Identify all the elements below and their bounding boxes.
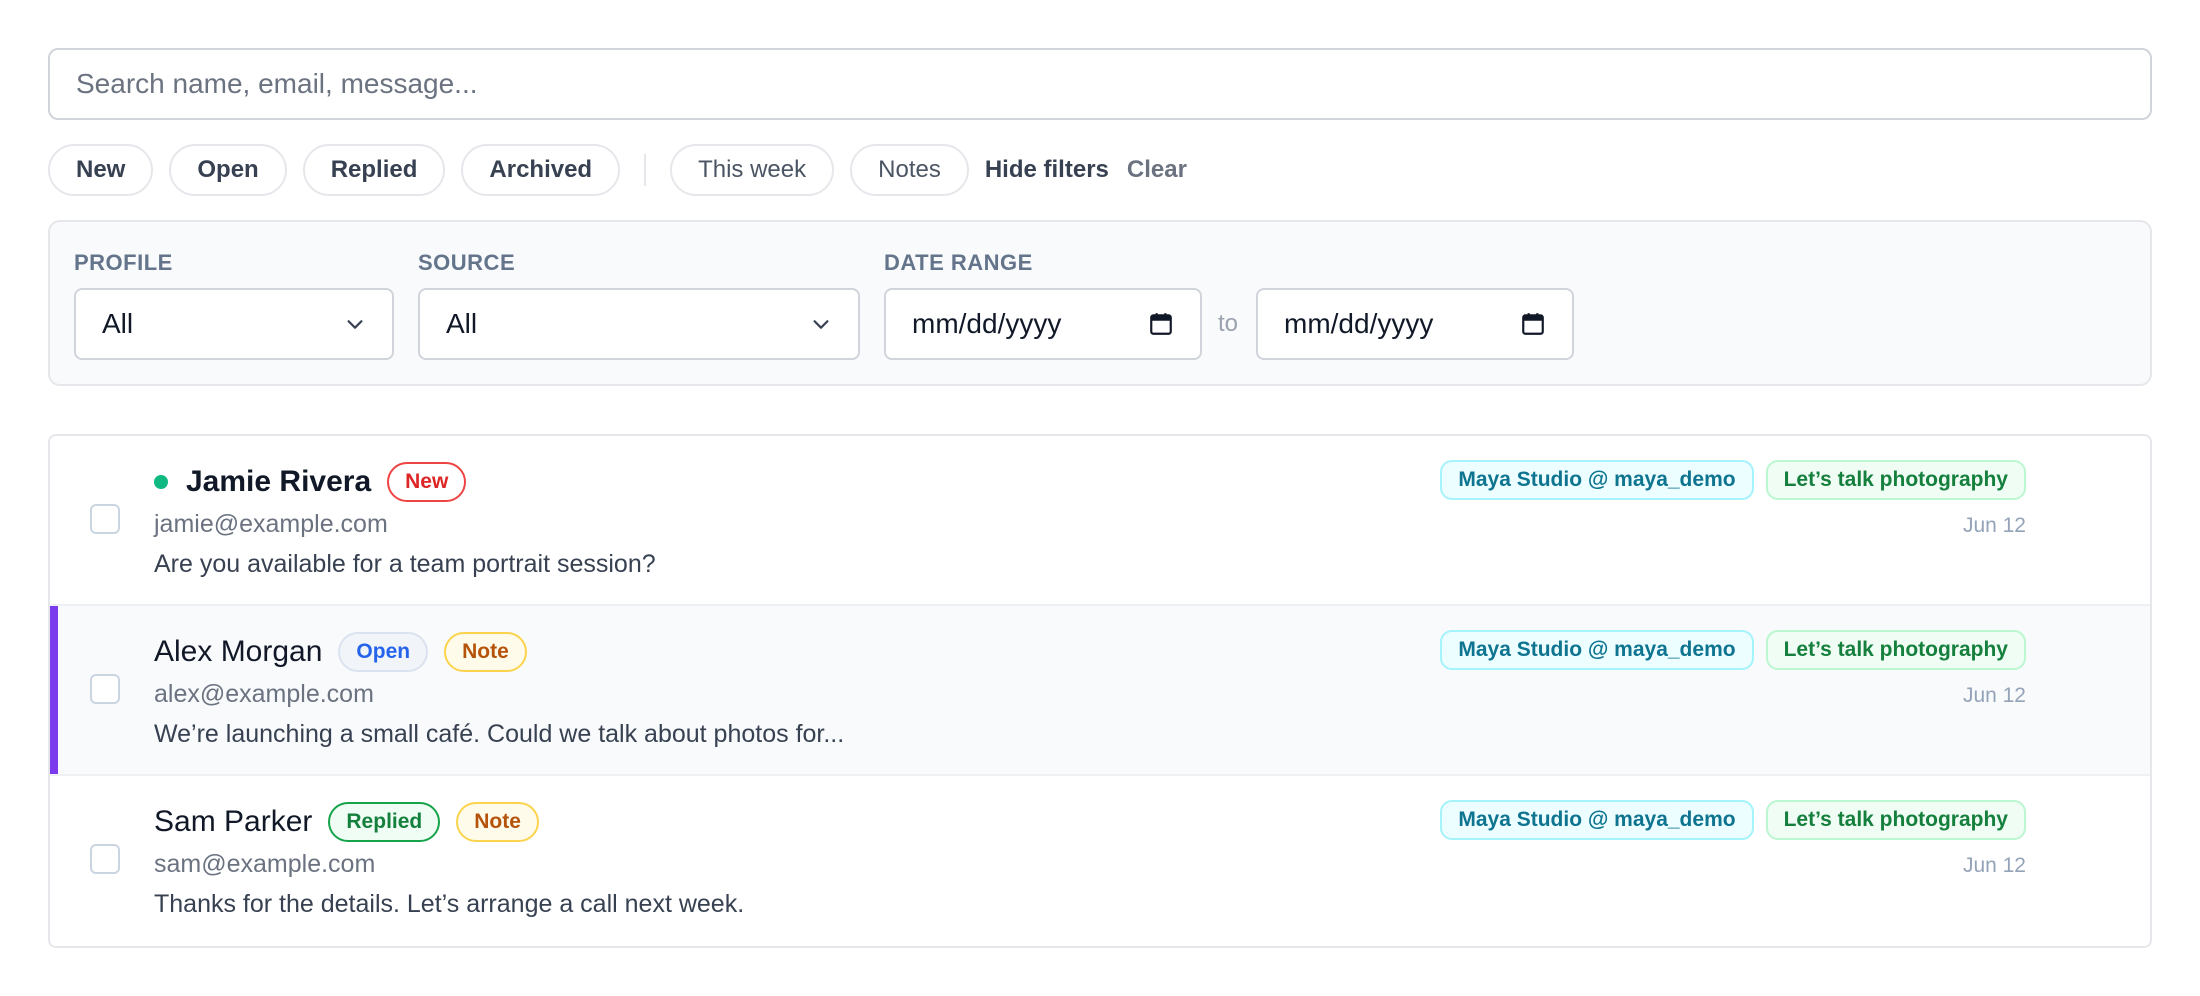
chevron-down-icon [347,320,363,329]
search-input[interactable] [74,67,2126,101]
contact-name: Sam Parker [154,805,313,838]
message-row[interactable]: Alex Morgan Open Note alex@example.com W… [50,606,2150,776]
chip-notes[interactable]: Notes [850,144,969,196]
unread-dot-icon [154,475,168,489]
calendar-icon[interactable] [1148,311,1174,337]
message-list: Jamie Rivera New jamie@example.com Are y… [48,434,2152,948]
profile-tag: Maya Studio @ maya_demo [1440,800,1754,840]
row-tags: Maya Studio @ maya_demo Let’s talk photo… [1428,800,2026,840]
note-badge: Note [444,632,527,672]
filter-chips: New Open Replied Archived This week Note… [48,144,2152,196]
status-badge: Replied [328,802,441,842]
status-badge: New [387,462,467,502]
filter-panel: PROFILE All SOURCE All DATE RANGE mm/dd/… [48,220,2152,386]
source-tag: Let’s talk photography [1765,630,2026,670]
date-to-input[interactable]: mm/dd/yyyy [1256,288,1574,360]
message-date: Jun 12 [1962,684,2026,707]
date-range-to-label: to [1218,310,1239,337]
search-box[interactable] [48,48,2152,120]
clear-filters-link[interactable]: Clear [1127,156,1187,184]
message-preview: Thanks for the details. Let’s arrange a … [154,890,745,918]
message-date: Jun 12 [1962,514,2026,537]
date-to-value: mm/dd/yyyy [1284,308,1434,339]
contact-name: Jamie Rivera [186,465,372,498]
status-badge: Open [338,632,429,672]
row-tags: Maya Studio @ maya_demo Let’s talk photo… [1428,630,2026,670]
profile-select-value: All [102,308,134,339]
message-preview: We’re launching a small café. Could we t… [154,720,845,748]
date-from-input[interactable]: mm/dd/yyyy [884,288,1202,360]
contact-email: alex@example.com [154,680,374,708]
contact-name: Alex Morgan [154,635,323,668]
message-row[interactable]: Jamie Rivera New jamie@example.com Are y… [50,436,2150,606]
chip-open[interactable]: Open [169,144,287,196]
source-select-value: All [446,308,478,339]
hide-filters-link[interactable]: Hide filters [985,156,1109,184]
note-badge: Note [456,802,539,842]
row-checkbox[interactable] [90,844,120,874]
calendar-icon[interactable] [1520,311,1546,337]
message-row[interactable]: Sam Parker Replied Note sam@example.com … [50,776,2150,946]
message-preview: Are you available for a team portrait se… [154,550,656,578]
chip-new[interactable]: New [48,144,154,196]
source-filter-label: SOURCE [418,250,516,275]
row-header: Jamie Rivera New [154,460,482,504]
profile-tag: Maya Studio @ maya_demo [1440,630,1754,670]
date-from-value: mm/dd/yyyy [912,308,1062,339]
row-header: Sam Parker Replied Note [154,800,555,844]
profile-filter-label: PROFILE [74,250,173,275]
chevron-down-icon [813,320,829,329]
profile-tag: Maya Studio @ maya_demo [1440,460,1754,500]
row-checkbox[interactable] [90,674,120,704]
chip-archived[interactable]: Archived [461,144,621,196]
row-tags: Maya Studio @ maya_demo Let’s talk photo… [1428,460,2026,500]
row-checkbox[interactable] [90,504,120,534]
date-range-label: DATE RANGE [884,250,1033,275]
contact-email: sam@example.com [154,850,376,878]
chip-replied[interactable]: Replied [302,144,446,196]
inbox-panel: New Open Replied Archived This week Note… [48,48,2152,948]
contact-email: jamie@example.com [154,510,388,538]
chip-this-week[interactable]: This week [670,144,835,196]
source-tag: Let’s talk photography [1765,800,2026,840]
message-date: Jun 12 [1962,854,2026,877]
source-select[interactable]: All [418,288,860,360]
row-header: Alex Morgan Open Note [154,630,543,674]
profile-select[interactable]: All [74,288,394,360]
source-tag: Let’s talk photography [1765,460,2026,500]
chip-divider [644,154,647,186]
